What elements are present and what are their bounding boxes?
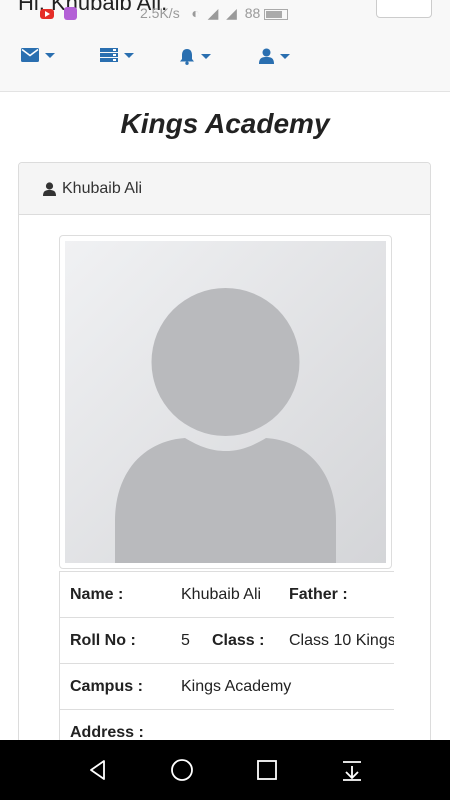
battery-percent: 88	[244, 5, 261, 21]
avatar-placeholder	[65, 241, 386, 563]
envelope-icon	[21, 48, 39, 62]
home-icon[interactable]	[170, 758, 194, 782]
server-icon	[100, 48, 118, 62]
nav-user-dropdown[interactable]	[259, 48, 290, 64]
person-silhouette-icon	[115, 288, 336, 563]
panel-heading-name: Khubaib Ali	[62, 179, 143, 197]
chevron-down-icon	[280, 53, 290, 59]
battery-icon	[264, 8, 289, 20]
status-bar-right: 2.5K/s ◐ ◢ ◢ 88	[140, 5, 292, 22]
campus-label: Campus :	[70, 678, 143, 695]
profile-photo-frame	[59, 235, 392, 569]
user-icon	[43, 181, 56, 196]
top-bar: Hi, Khubaib Ali. 2.5K/s ◐ ◢ ◢ 88	[0, 0, 450, 92]
table-row: Roll No : 5 Class : Class 10 Kings	[60, 618, 394, 664]
class-label: Class :	[212, 632, 265, 649]
campus-value: Kings Academy	[181, 678, 292, 695]
roll-no-value: 5	[181, 632, 190, 649]
network-speed: 2.5K/s	[140, 5, 180, 21]
system-navigation-bar	[0, 740, 450, 800]
name-value: Khubaib Ali	[181, 586, 262, 603]
table-row: Name : Khubaib Ali Father :	[60, 572, 394, 618]
chevron-down-icon	[45, 52, 55, 58]
class-value: Class 10 Kings	[289, 632, 394, 649]
back-icon[interactable]	[86, 758, 110, 782]
youtube-icon	[40, 8, 54, 19]
panel-heading: Khubaib Ali	[19, 163, 430, 215]
name-label: Name :	[70, 586, 124, 603]
profile-panel: Khubaib Ali Name : Khubaib Ali Father : …	[18, 162, 431, 762]
top-nav	[0, 48, 450, 72]
table-row: Campus : Kings Academy	[60, 664, 394, 710]
page-title: Kings Academy	[120, 108, 330, 139]
roll-no-label: Roll No :	[70, 632, 136, 649]
student-info-table: Name : Khubaib Ali Father : Roll No : 5 …	[59, 571, 394, 756]
notification-pulldown-icon[interactable]	[340, 758, 364, 782]
menu-toggle-button[interactable]	[376, 0, 432, 18]
gallery-icon	[64, 7, 77, 20]
nav-alerts-dropdown[interactable]	[179, 48, 211, 65]
chevron-down-icon	[201, 54, 211, 59]
notification-icons	[40, 7, 77, 20]
nav-messages-dropdown[interactable]	[21, 48, 55, 62]
father-label: Father :	[289, 586, 348, 603]
user-icon	[259, 48, 274, 64]
bell-icon	[180, 49, 194, 65]
nav-tasks-dropdown[interactable]	[100, 48, 134, 62]
recent-apps-icon[interactable]	[255, 758, 279, 782]
chevron-down-icon	[124, 52, 134, 58]
